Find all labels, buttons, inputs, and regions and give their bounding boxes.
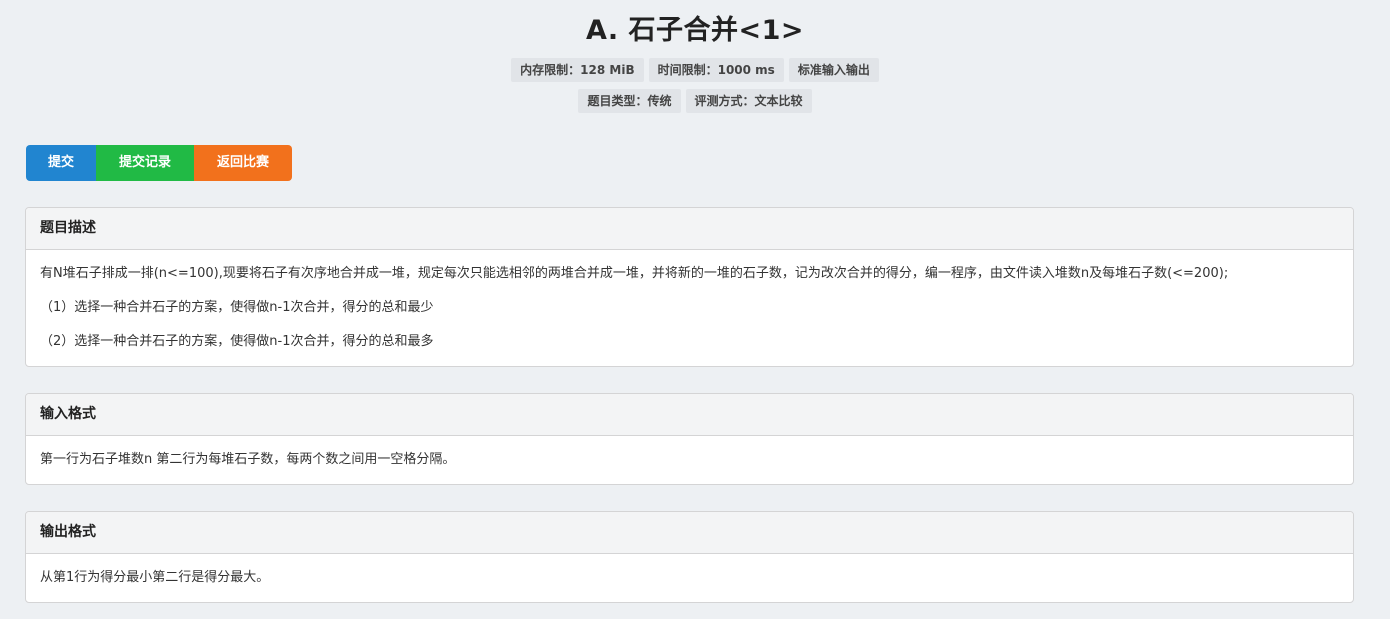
action-button-group: 提交 提交记录 返回比赛 — [26, 145, 292, 181]
description-paragraph: （1）选择一种合并石子的方案，使得做n-1次合并，得分的总和最少 — [40, 300, 434, 315]
output-format-paragraph: 从第1行为得分最小第二行是得分最大。 — [40, 570, 270, 585]
judge-method-badge: 评测方式：文本比较 — [685, 89, 812, 113]
problem-header: A. 石子合并<1> 内存限制：128 MiB 时间限制：1000 ms 标准输… — [0, 0, 1390, 113]
input-format-heading: 输入格式 — [26, 394, 1353, 436]
description-paragraph: （2）选择一种合并石子的方案，使得做n-1次合并，得分的总和最多 — [40, 334, 434, 349]
time-limit-badge: 时间限制：1000 ms — [648, 58, 784, 82]
input-format-section: 输入格式 第一行为石子堆数n 第二行为每堆石子数，每两个数之间用一空格分隔。 — [25, 393, 1354, 485]
problem-meta-row-2: 题目类型：传统 评测方式：文本比较 — [0, 89, 1390, 113]
description-section: 题目描述 有N堆石子排成一排(n<=100),现要将石子有次序地合并成一堆，规定… — [25, 207, 1354, 367]
page-title: A. 石子合并<1> — [585, 15, 805, 46]
memory-limit-badge: 内存限制：128 MiB — [511, 58, 644, 82]
problem-meta-row-1: 内存限制：128 MiB 时间限制：1000 ms 标准输入输出 — [0, 58, 1390, 82]
submission-records-button[interactable]: 提交记录 — [96, 145, 194, 181]
input-format-body: 第一行为石子堆数n 第二行为每堆石子数，每两个数之间用一空格分隔。 — [26, 436, 1353, 483]
output-format-section: 输出格式 从第1行为得分最小第二行是得分最大。 — [25, 511, 1354, 603]
back-to-contest-button[interactable]: 返回比赛 — [194, 145, 292, 181]
input-format-paragraph: 第一行为石子堆数n 第二行为每堆石子数，每两个数之间用一空格分隔。 — [40, 452, 456, 467]
output-format-body: 从第1行为得分最小第二行是得分最大。 — [26, 554, 1353, 601]
output-format-heading: 输出格式 — [26, 512, 1353, 554]
description-heading: 题目描述 — [26, 208, 1353, 250]
description-paragraph: 有N堆石子排成一排(n<=100),现要将石子有次序地合并成一堆，规定每次只能选… — [40, 266, 1229, 281]
description-body: 有N堆石子排成一排(n<=100),现要将石子有次序地合并成一堆，规定每次只能选… — [26, 250, 1353, 365]
submit-button[interactable]: 提交 — [26, 145, 96, 181]
io-type-badge: 标准输入输出 — [788, 58, 879, 82]
problem-type-badge: 题目类型：传统 — [578, 89, 681, 113]
